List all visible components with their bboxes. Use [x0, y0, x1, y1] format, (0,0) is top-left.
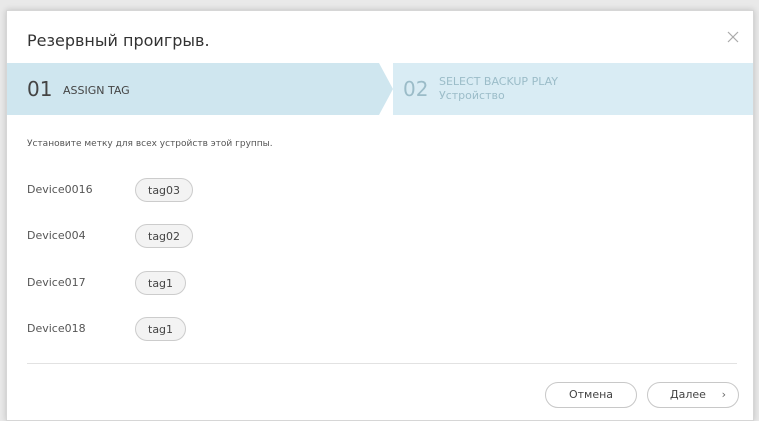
step-2-label: SELECT BACKUP PLAY — [439, 75, 558, 88]
chevron-right-icon: › — [721, 388, 726, 401]
close-icon[interactable] — [725, 29, 741, 45]
step-2-sublabel: Устройство — [439, 89, 505, 102]
device-name: Device004 — [27, 229, 86, 242]
step-2-number: 02 — [403, 77, 429, 101]
step-1-number: 01 — [27, 77, 53, 101]
wizard-steps: 01 ASSIGN TAG 02 SELECT BACKUP PLAY Устр… — [7, 63, 753, 115]
device-name: Device0016 — [27, 183, 93, 196]
step-arrow — [379, 63, 393, 115]
device-name: Device017 — [27, 276, 86, 289]
tag-field[interactable]: tag02 — [135, 224, 194, 248]
next-button[interactable]: Далее › — [647, 382, 739, 408]
dialog-title: Резервный проигрыв. — [27, 31, 210, 50]
tag-field[interactable]: tag1 — [135, 317, 187, 341]
device-name: Device018 — [27, 322, 86, 335]
next-button-label: Далее — [670, 388, 706, 401]
cancel-button[interactable]: Отмена — [545, 382, 637, 408]
step-1-label: ASSIGN TAG — [63, 84, 130, 97]
instruction-text: Установите метку для всех устройств этой… — [27, 139, 273, 149]
tag-field[interactable]: tag03 — [135, 178, 194, 202]
footer-divider — [27, 363, 737, 364]
tag-field[interactable]: tag1 — [135, 271, 187, 295]
backup-play-dialog: Резервный проигрыв. 01 ASSIGN TAG 02 SEL… — [6, 10, 754, 421]
